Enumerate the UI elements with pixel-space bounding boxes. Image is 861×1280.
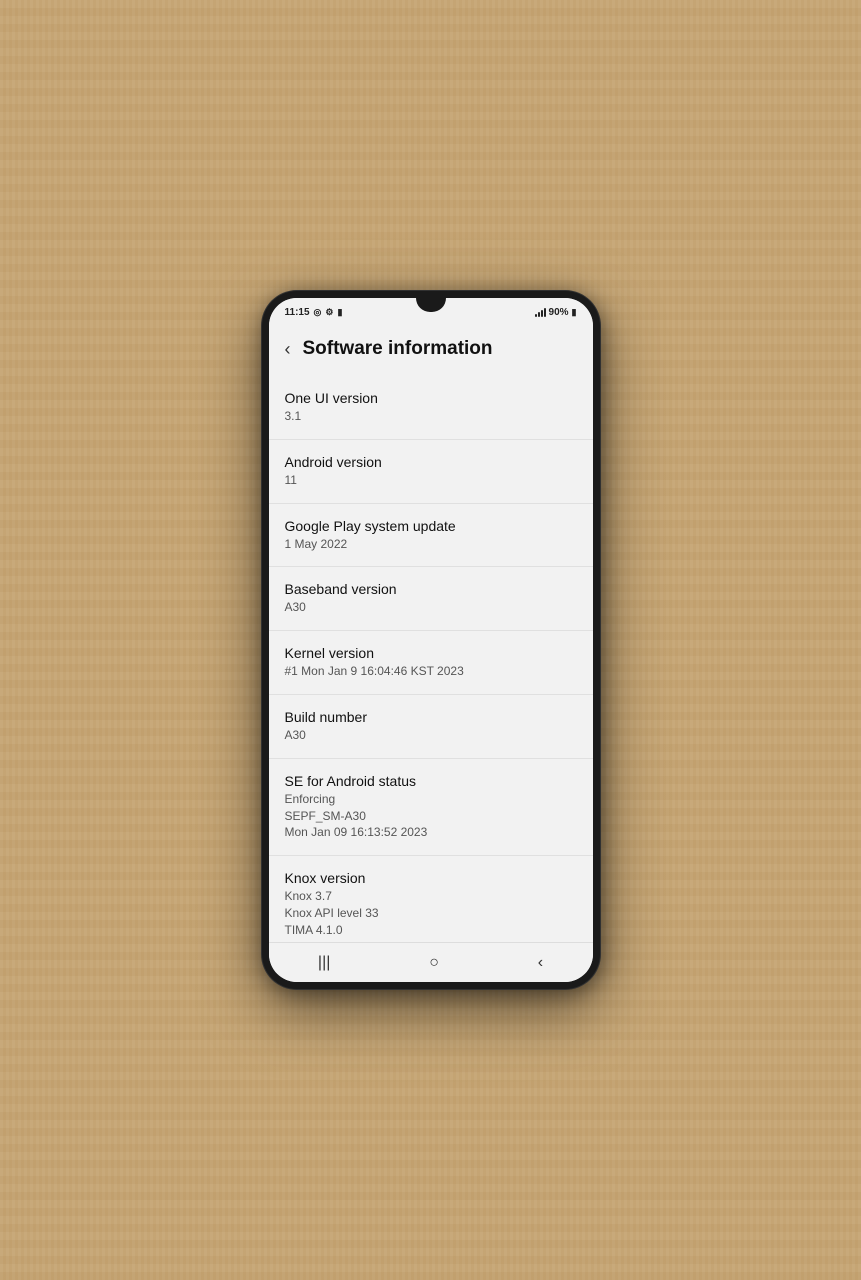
settings-icon: ⚙ <box>325 307 333 318</box>
info-label-kernel: Kernel version <box>285 645 577 661</box>
info-value-one-ui: 3.1 <box>285 408 577 425</box>
info-value-android: 11 <box>285 472 577 489</box>
info-value-build: A30 <box>285 727 577 744</box>
status-time: 11:15 <box>285 307 310 318</box>
screen-content: ‹ Software information One UI version 3.… <box>269 326 593 942</box>
info-value-knox: Knox 3.7 Knox API level 33 TIMA 4.1.0 <box>285 888 577 938</box>
info-label-android: Android version <box>285 454 577 470</box>
info-value-google-play: 1 May 2022 <box>285 536 577 553</box>
signal-bar-2 <box>538 312 540 317</box>
status-left: 11:15 ◎ ⚙ ▮ <box>285 307 343 318</box>
signal-bar-4 <box>544 308 546 317</box>
list-item: Baseband version A30 <box>269 567 593 631</box>
info-label-google-play: Google Play system update <box>285 518 577 534</box>
signal-bar-3 <box>541 310 543 317</box>
info-label-se-android: SE for Android status <box>285 773 577 789</box>
phone-device: 11:15 ◎ ⚙ ▮ 90% ▮ ‹ Software i <box>261 290 601 990</box>
list-item: One UI version 3.1 <box>269 376 593 440</box>
status-right: 90% ▮ <box>535 307 577 318</box>
location-icon: ◎ <box>314 307 322 318</box>
phone-screen: 11:15 ◎ ⚙ ▮ 90% ▮ ‹ Software i <box>269 298 593 982</box>
battery-percent: 90% <box>549 307 569 318</box>
signal-bar-1 <box>535 314 537 317</box>
home-button[interactable]: ○ <box>429 954 439 972</box>
info-value-kernel: #1 Mon Jan 9 16:04:46 KST 2023 <box>285 663 577 680</box>
battery-status-icon: ▮ <box>337 307 342 318</box>
page-header: ‹ Software information <box>269 326 593 376</box>
info-label-baseband: Baseband version <box>285 581 577 597</box>
list-item: Android version 11 <box>269 440 593 504</box>
back-nav-button[interactable]: ‹ <box>538 954 543 972</box>
info-list: One UI version 3.1 Android version 11 Go… <box>269 376 593 942</box>
nav-bar: ||| ○ ‹ <box>269 942 593 982</box>
back-button[interactable]: ‹ <box>285 339 291 360</box>
list-item: Kernel version #1 Mon Jan 9 16:04:46 KST… <box>269 631 593 695</box>
battery-icon: ▮ <box>572 307 577 318</box>
info-label-build: Build number <box>285 709 577 725</box>
list-item: Google Play system update 1 May 2022 <box>269 504 593 568</box>
info-value-se-android: Enforcing SEPF_SM-A30 Mon Jan 09 16:13:5… <box>285 791 577 841</box>
signal-bars <box>535 307 546 317</box>
list-item: Knox version Knox 3.7 Knox API level 33 … <box>269 856 593 942</box>
list-item: Build number A30 <box>269 695 593 759</box>
recent-apps-button[interactable]: ||| <box>318 954 330 972</box>
info-label-knox: Knox version <box>285 870 577 886</box>
list-item: SE for Android status Enforcing SEPF_SM-… <box>269 759 593 856</box>
info-label-one-ui: One UI version <box>285 390 577 406</box>
page-title: Software information <box>303 338 493 360</box>
info-value-baseband: A30 <box>285 599 577 616</box>
